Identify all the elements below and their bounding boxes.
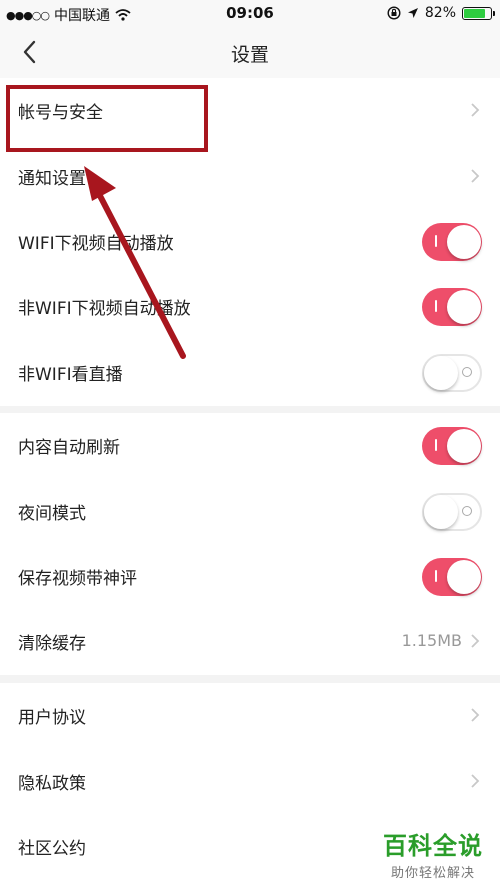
status-bar: ●●●○○ 中国联通 09:06 82% xyxy=(0,0,500,28)
auto-refresh-toggle[interactable] xyxy=(422,427,482,465)
status-right: 82% xyxy=(387,5,495,21)
row-wifi-autoplay: WIFI下视频自动播放 xyxy=(0,209,500,275)
page-title: 设置 xyxy=(230,44,269,66)
chevron-right-icon xyxy=(471,103,480,117)
row-label: 通知设置 xyxy=(18,169,86,189)
row-clear-cache[interactable]: 清除缓存 1.15MB xyxy=(0,609,500,675)
non-wifi-live-toggle[interactable] xyxy=(422,354,482,392)
chevron-right-icon xyxy=(471,169,480,183)
wifi-autoplay-toggle[interactable] xyxy=(422,223,482,261)
settings-group-2: 内容自动刷新 夜间模式 保存视频带神评 清除缓存 1.15MB xyxy=(0,413,500,675)
location-icon xyxy=(407,8,418,18)
row-label: WIFI下视频自动播放 xyxy=(18,234,174,254)
row-label: 隐私政策 xyxy=(18,774,86,794)
row-notification-settings[interactable]: 通知设置 xyxy=(0,144,500,210)
row-label: 清除缓存 xyxy=(18,634,86,654)
save-video-comments-toggle[interactable] xyxy=(422,558,482,596)
row-non-wifi-live: 非WIFI看直播 xyxy=(0,340,500,406)
watermark-subtitle: 助你轻松解决 xyxy=(390,866,475,881)
night-mode-toggle[interactable] xyxy=(422,493,482,531)
chevron-right-icon xyxy=(471,774,480,788)
row-label: 社区公约 xyxy=(18,839,86,859)
row-auto-refresh: 内容自动刷新 xyxy=(0,413,500,479)
annotation-highlight-box xyxy=(6,85,208,152)
row-save-video-comments: 保存视频带神评 xyxy=(0,544,500,610)
row-label: 内容自动刷新 xyxy=(18,438,120,458)
row-user-agreement[interactable]: 用户协议 xyxy=(0,683,500,749)
row-label: 夜间模式 xyxy=(18,504,86,524)
row-night-mode: 夜间模式 xyxy=(0,479,500,545)
row-label: 用户协议 xyxy=(18,708,86,728)
navigation-bar: 设置 xyxy=(0,28,500,78)
chevron-right-icon xyxy=(471,634,480,648)
watermark-logo: 百科全说 助你轻松解决 xyxy=(373,826,493,881)
watermark-title: 百科全说 xyxy=(383,832,483,860)
cache-size-value: 1.15MB xyxy=(401,631,462,650)
battery-percent: 82% xyxy=(424,5,456,21)
row-label: 非WIFI看直播 xyxy=(18,365,123,385)
non-wifi-autoplay-toggle[interactable] xyxy=(422,288,482,326)
row-label: 非WIFI下视频自动播放 xyxy=(18,299,191,319)
row-non-wifi-autoplay: 非WIFI下视频自动播放 xyxy=(0,274,500,340)
battery-icon xyxy=(462,6,495,20)
row-label: 保存视频带神评 xyxy=(18,569,137,589)
row-privacy-policy[interactable]: 隐私政策 xyxy=(0,749,500,815)
rotation-lock-icon xyxy=(387,6,401,20)
chevron-right-icon xyxy=(471,708,480,722)
